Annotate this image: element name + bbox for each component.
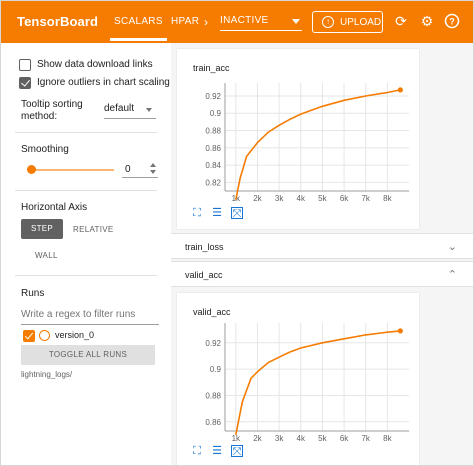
x-tick-label: 6k xyxy=(340,194,349,203)
x-tick-label: 6k xyxy=(340,434,349,443)
y-tick-label: 0.88 xyxy=(205,127,221,136)
smoothing-input[interactable]: 0 xyxy=(122,160,158,178)
y-tick-label: 0.9 xyxy=(210,109,222,118)
x-tick-label: 2k xyxy=(253,194,262,203)
x-tick-label: 1k xyxy=(232,434,241,443)
plugin-dropdown[interactable]: INACTIVE xyxy=(220,13,302,31)
chart-card-valid-acc: valid_acc 0.86 0.88 0.9 0.92 1k 2k 3k 4k 5k 6k 7k 8… xyxy=(177,293,419,465)
x-tick-label: 8k xyxy=(383,434,392,443)
caret-down-icon xyxy=(292,19,300,24)
y-tick-label: 0.86 xyxy=(205,418,221,427)
fit-domain-icon[interactable]: ⤧ xyxy=(231,445,243,458)
plugin-dropdown-value: INACTIVE xyxy=(220,15,269,26)
y-tick-label: 0.82 xyxy=(205,178,221,187)
last-point-marker xyxy=(397,87,403,93)
x-tick-label: 5k xyxy=(318,434,327,443)
download-links-label: Show data download links xyxy=(37,59,153,70)
y-tick-label: 0.9 xyxy=(210,365,222,374)
run-name: version_0 xyxy=(55,330,95,340)
x-tick-label: 2k xyxy=(253,434,262,443)
app-title: TensorBoard xyxy=(17,14,99,29)
chevron-up-icon: ⌃ xyxy=(447,269,457,281)
fit-domain-icon[interactable]: ⤧ xyxy=(231,207,243,220)
run-filter-input[interactable]: Write a regex to filter runs xyxy=(21,307,159,325)
x-tick-label: 7k xyxy=(361,194,370,203)
axis-relative-button[interactable]: RELATIVE xyxy=(73,225,114,234)
valid-acc-chart[interactable]: 0.86 0.88 0.9 0.92 1k 2k 3k 4k 5k 6k 7k 8k xyxy=(177,293,419,465)
x-tick-label: 5k xyxy=(318,194,327,203)
axis-step-button[interactable]: STEP xyxy=(21,219,63,239)
gear-icon[interactable]: ⚙ xyxy=(419,13,435,29)
tab-scalars[interactable]: SCALARS xyxy=(110,16,167,41)
run-color-swatch[interactable] xyxy=(39,330,50,341)
log-scale-icon[interactable]: ☰ xyxy=(211,445,223,457)
series-line xyxy=(235,330,401,436)
x-tick-label: 4k xyxy=(297,434,306,443)
top-app-bar: TensorBoard SCALARS HPARAMS › INACTIVE ↑… xyxy=(1,1,473,43)
smoothing-slider-handle[interactable] xyxy=(27,165,36,174)
group-title: train_loss xyxy=(185,242,224,252)
runs-label: Runs xyxy=(21,288,45,299)
tooltip-sorting-label-2: method: xyxy=(21,111,58,122)
group-header-valid-acc[interactable]: valid_acc ⌃ xyxy=(171,261,473,287)
y-tick-label: 0.92 xyxy=(205,92,221,101)
tooltip-sorting-select[interactable]: default xyxy=(104,103,156,119)
divider xyxy=(15,132,157,133)
axis-wall-button[interactable]: WALL xyxy=(35,251,58,260)
divider xyxy=(15,275,157,276)
y-tick-label: 0.84 xyxy=(205,161,221,170)
train-acc-chart[interactable]: 0.820.840.860.880.90.921k 2k 3k 4k 5k 6k 7k 8k xyxy=(177,49,419,229)
x-tick-label: 3k xyxy=(275,434,284,443)
svg-text:?: ? xyxy=(449,17,455,27)
sidebar: Show data download links Ignore outliers… xyxy=(1,43,171,465)
x-tick-label: 7k xyxy=(361,434,370,443)
tab-hparams[interactable]: HPARAMS xyxy=(171,16,199,27)
x-tick-label: 8k xyxy=(383,194,392,203)
smoothing-label: Smoothing xyxy=(21,144,69,155)
main-panel: train_acc 0.82 0.84 0.86 0.88 0.9 0.92 1k 2k 3k 4… xyxy=(171,43,473,465)
log-directory: lightning_logs/ xyxy=(21,370,73,379)
upload-label: UPLOAD xyxy=(340,17,382,28)
refresh-icon[interactable]: ⟳ xyxy=(393,13,409,29)
y-tick-label: 0.88 xyxy=(205,391,221,400)
group-header-train-loss[interactable]: train_loss ⌄ xyxy=(171,233,473,259)
horizontal-axis-label: Horizontal Axis xyxy=(21,202,88,213)
tooltip-sorting-value: default xyxy=(104,103,135,114)
help-icon[interactable]: ? xyxy=(444,13,460,29)
decrement-icon[interactable] xyxy=(150,170,156,174)
x-tick-label: 3k xyxy=(275,194,284,203)
ignore-outliers-label: Ignore outliers in chart scaling xyxy=(37,77,170,88)
tensorboard-window: TensorBoard SCALARS HPARAMS › INACTIVE ↑… xyxy=(0,0,474,466)
y-tick-label: 0.92 xyxy=(205,339,221,348)
tooltip-sorting-label: Tooltip sorting xyxy=(21,99,83,110)
chevron-right-icon[interactable]: › xyxy=(204,15,208,29)
group-title: valid_acc xyxy=(185,270,223,280)
series-line xyxy=(235,89,401,200)
increment-icon[interactable] xyxy=(150,163,156,167)
caret-down-icon xyxy=(146,108,152,112)
smoothing-slider-track[interactable] xyxy=(30,169,114,171)
x-tick-label: 4k xyxy=(297,194,306,203)
checkbox-checked-icon xyxy=(19,77,31,89)
log-scale-icon[interactable]: ☰ xyxy=(211,207,223,219)
toggle-all-runs-button[interactable]: TOGGLE ALL RUNS xyxy=(21,345,155,365)
last-point-marker xyxy=(397,328,403,334)
smoothing-value: 0 xyxy=(125,164,131,175)
chart-card-train-acc: train_acc 0.82 0.84 0.86 0.88 0.9 0.92 1k 2k 3k 4… xyxy=(177,49,419,229)
fullscreen-icon[interactable]: ⛶ xyxy=(191,207,203,219)
upload-icon: ↑ xyxy=(322,16,334,28)
fullscreen-icon[interactable]: ⛶ xyxy=(191,445,203,457)
run-checkbox-version-0[interactable] xyxy=(23,330,35,342)
divider xyxy=(15,190,157,191)
y-tick-label: 0.86 xyxy=(205,144,221,153)
chevron-down-icon: ⌄ xyxy=(447,241,457,253)
checkbox-icon xyxy=(19,59,31,71)
upload-button[interactable]: ↑ UPLOAD xyxy=(312,11,383,33)
